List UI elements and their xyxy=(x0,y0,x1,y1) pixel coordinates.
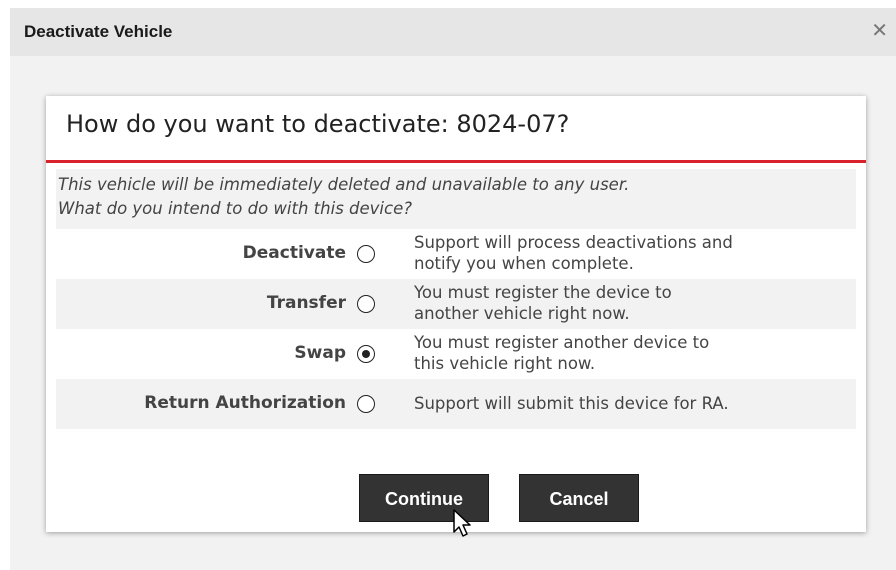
option-row-return-authorization[interactable]: Return Authorization Support will submit… xyxy=(56,379,856,429)
option-label: Deactivate xyxy=(242,243,346,263)
option-desc-line-2: this vehicle right now. xyxy=(414,354,596,373)
option-desc-line-2: notify you when complete. xyxy=(414,254,634,273)
radio-return-authorization[interactable] xyxy=(357,395,375,413)
option-desc-line-1: Support will process deactivations and xyxy=(414,233,733,252)
option-row-transfer[interactable]: Transfer You must register the device to… xyxy=(56,279,856,329)
dialog-titlebar: Deactivate Vehicle ✕ xyxy=(10,8,896,56)
mouse-pointer-icon xyxy=(453,509,471,537)
option-desc-line-1: You must register another device to xyxy=(414,333,710,352)
radio-deactivate[interactable] xyxy=(357,245,375,263)
option-desc-line-1: You must register the device to xyxy=(414,283,672,302)
option-desc-line-2: another vehicle right now. xyxy=(414,304,630,323)
dialog-title: Deactivate Vehicle xyxy=(24,22,173,41)
intro-line-1: This vehicle will be immediately deleted… xyxy=(58,175,630,194)
option-row-deactivate[interactable]: Deactivate Support will process deactiva… xyxy=(56,229,856,279)
cancel-button[interactable]: Cancel xyxy=(519,474,639,522)
radio-transfer[interactable] xyxy=(357,295,375,313)
option-description: You must register another device to this… xyxy=(414,332,854,374)
deactivate-panel: How do you want to deactivate: 8024-07? … xyxy=(46,96,866,532)
option-description: Support will process deactivations and n… xyxy=(414,232,854,274)
option-desc-line-1: Support will submit this device for RA. xyxy=(414,394,729,413)
option-label: Transfer xyxy=(266,293,346,313)
panel-heading: How do you want to deactivate: 8024-07? xyxy=(66,110,570,138)
option-row-swap[interactable]: Swap You must register another device to… xyxy=(56,329,856,379)
option-description: Support will submit this device for RA. xyxy=(414,393,854,414)
intro-line-2: What do you intend to do with this devic… xyxy=(58,199,412,218)
option-description: You must register the device to another … xyxy=(414,282,854,324)
intro-text: This vehicle will be immediately deleted… xyxy=(56,169,856,229)
heading-divider xyxy=(46,160,866,163)
radio-selected-dot xyxy=(361,349,370,358)
option-label: Return Authorization xyxy=(144,393,346,413)
deactivate-vehicle-dialog: Deactivate Vehicle ✕ How do you want to … xyxy=(0,0,896,570)
radio-swap[interactable] xyxy=(357,345,375,363)
close-icon[interactable]: ✕ xyxy=(871,20,888,40)
option-label: Swap xyxy=(294,343,346,363)
